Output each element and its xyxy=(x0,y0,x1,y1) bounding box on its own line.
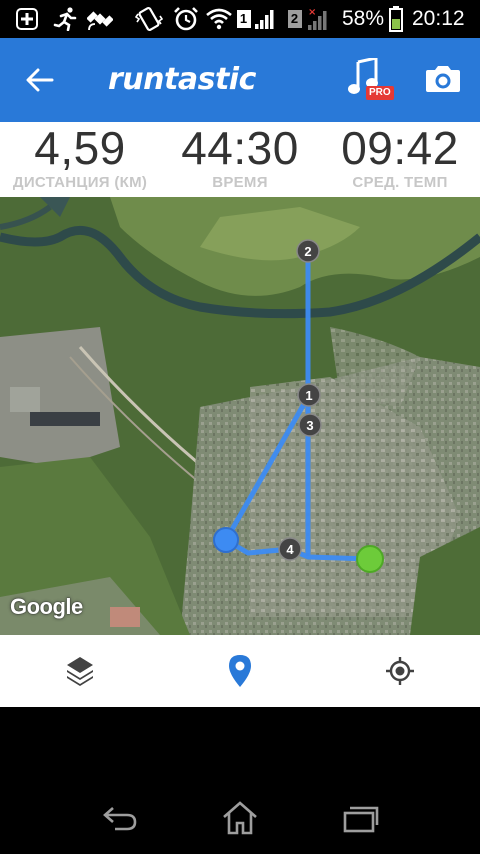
building-red xyxy=(110,607,140,627)
wifi-icon xyxy=(205,5,233,33)
route-map[interactable]: 2 1 3 4 Google xyxy=(0,197,480,635)
music-button[interactable]: PRO xyxy=(348,56,396,104)
clock: 20:12 xyxy=(412,7,465,30)
vibrate-icon xyxy=(134,5,164,33)
back-icon xyxy=(103,807,137,831)
alarm-icon xyxy=(172,5,200,33)
duration-value: 44:30 xyxy=(181,122,299,174)
app-logo: runtastic xyxy=(108,62,256,97)
split-marker-3[interactable]: 3 xyxy=(298,413,322,437)
split-marker-label: 4 xyxy=(286,542,294,557)
back-button[interactable] xyxy=(20,60,60,100)
battery-icon xyxy=(388,5,404,33)
industrial-building xyxy=(10,387,40,412)
split-marker-2[interactable]: 2 xyxy=(296,239,320,263)
duration-stat: 44:30 ВРЕМЯ xyxy=(160,122,320,192)
recent-apps-icon xyxy=(343,806,379,833)
system-nav-bar xyxy=(0,780,480,854)
distance-label: ДИСТАНЦИЯ (КМ) xyxy=(12,174,148,191)
split-marker-label: 1 xyxy=(305,388,312,403)
my-location-icon xyxy=(386,657,414,685)
split-marker-1[interactable]: 1 xyxy=(297,383,321,407)
map-toolbar xyxy=(0,635,480,707)
sim1-label: 1 xyxy=(236,10,251,28)
split-marker-label: 3 xyxy=(306,418,313,433)
battery-percent: 58% xyxy=(342,7,385,30)
satellite-map: 2 1 3 4 xyxy=(0,197,480,635)
stats-panel: 4,59 ДИСТАНЦИЯ (КМ) 44:30 ВРЕМЯ 09:42 СР… xyxy=(0,122,480,197)
home-icon xyxy=(223,801,257,835)
nav-home-button[interactable] xyxy=(218,800,262,836)
industrial-building xyxy=(30,412,100,426)
pace-stat: 09:42 СРЕД. ТЕМП xyxy=(320,122,480,192)
location-pin-icon xyxy=(229,655,251,687)
signal-sim2-icon: 2 × xyxy=(284,5,338,33)
duration-label: ВРЕМЯ xyxy=(212,174,268,191)
svg-text:×: × xyxy=(308,7,316,18)
layers-icon xyxy=(67,657,93,686)
app-bar: runtastic PRO xyxy=(0,38,480,122)
nav-recent-button[interactable] xyxy=(338,800,382,836)
my-location-button[interactable] xyxy=(380,651,420,691)
status-bar: 1 2 × 58% 20:12 xyxy=(0,0,480,38)
split-marker-4[interactable]: 4 xyxy=(278,537,302,561)
start-point[interactable] xyxy=(213,527,239,553)
running-icon xyxy=(52,5,80,33)
camera-button[interactable] xyxy=(424,64,464,98)
pro-badge: PRO xyxy=(366,86,394,100)
pace-value: 09:42 xyxy=(341,122,459,174)
pace-label: СРЕД. ТЕМП xyxy=(352,174,448,191)
nav-back-button[interactable] xyxy=(98,800,142,836)
distance-stat: 4,59 ДИСТАНЦИЯ (КМ) xyxy=(0,122,160,192)
signal-sim1-icon: 1 xyxy=(236,5,276,33)
location-pin-button[interactable] xyxy=(220,651,260,691)
layers-button[interactable] xyxy=(60,651,100,691)
google-attribution: Google xyxy=(10,594,83,619)
sim2-label: 2 xyxy=(287,10,302,28)
add-icon xyxy=(14,5,40,33)
split-marker-label: 2 xyxy=(304,244,311,259)
satellite-icon xyxy=(86,5,114,33)
distance-value: 4,59 xyxy=(34,122,126,174)
camera-icon xyxy=(426,66,460,92)
end-point[interactable] xyxy=(356,545,384,573)
back-arrow-icon xyxy=(26,68,54,92)
